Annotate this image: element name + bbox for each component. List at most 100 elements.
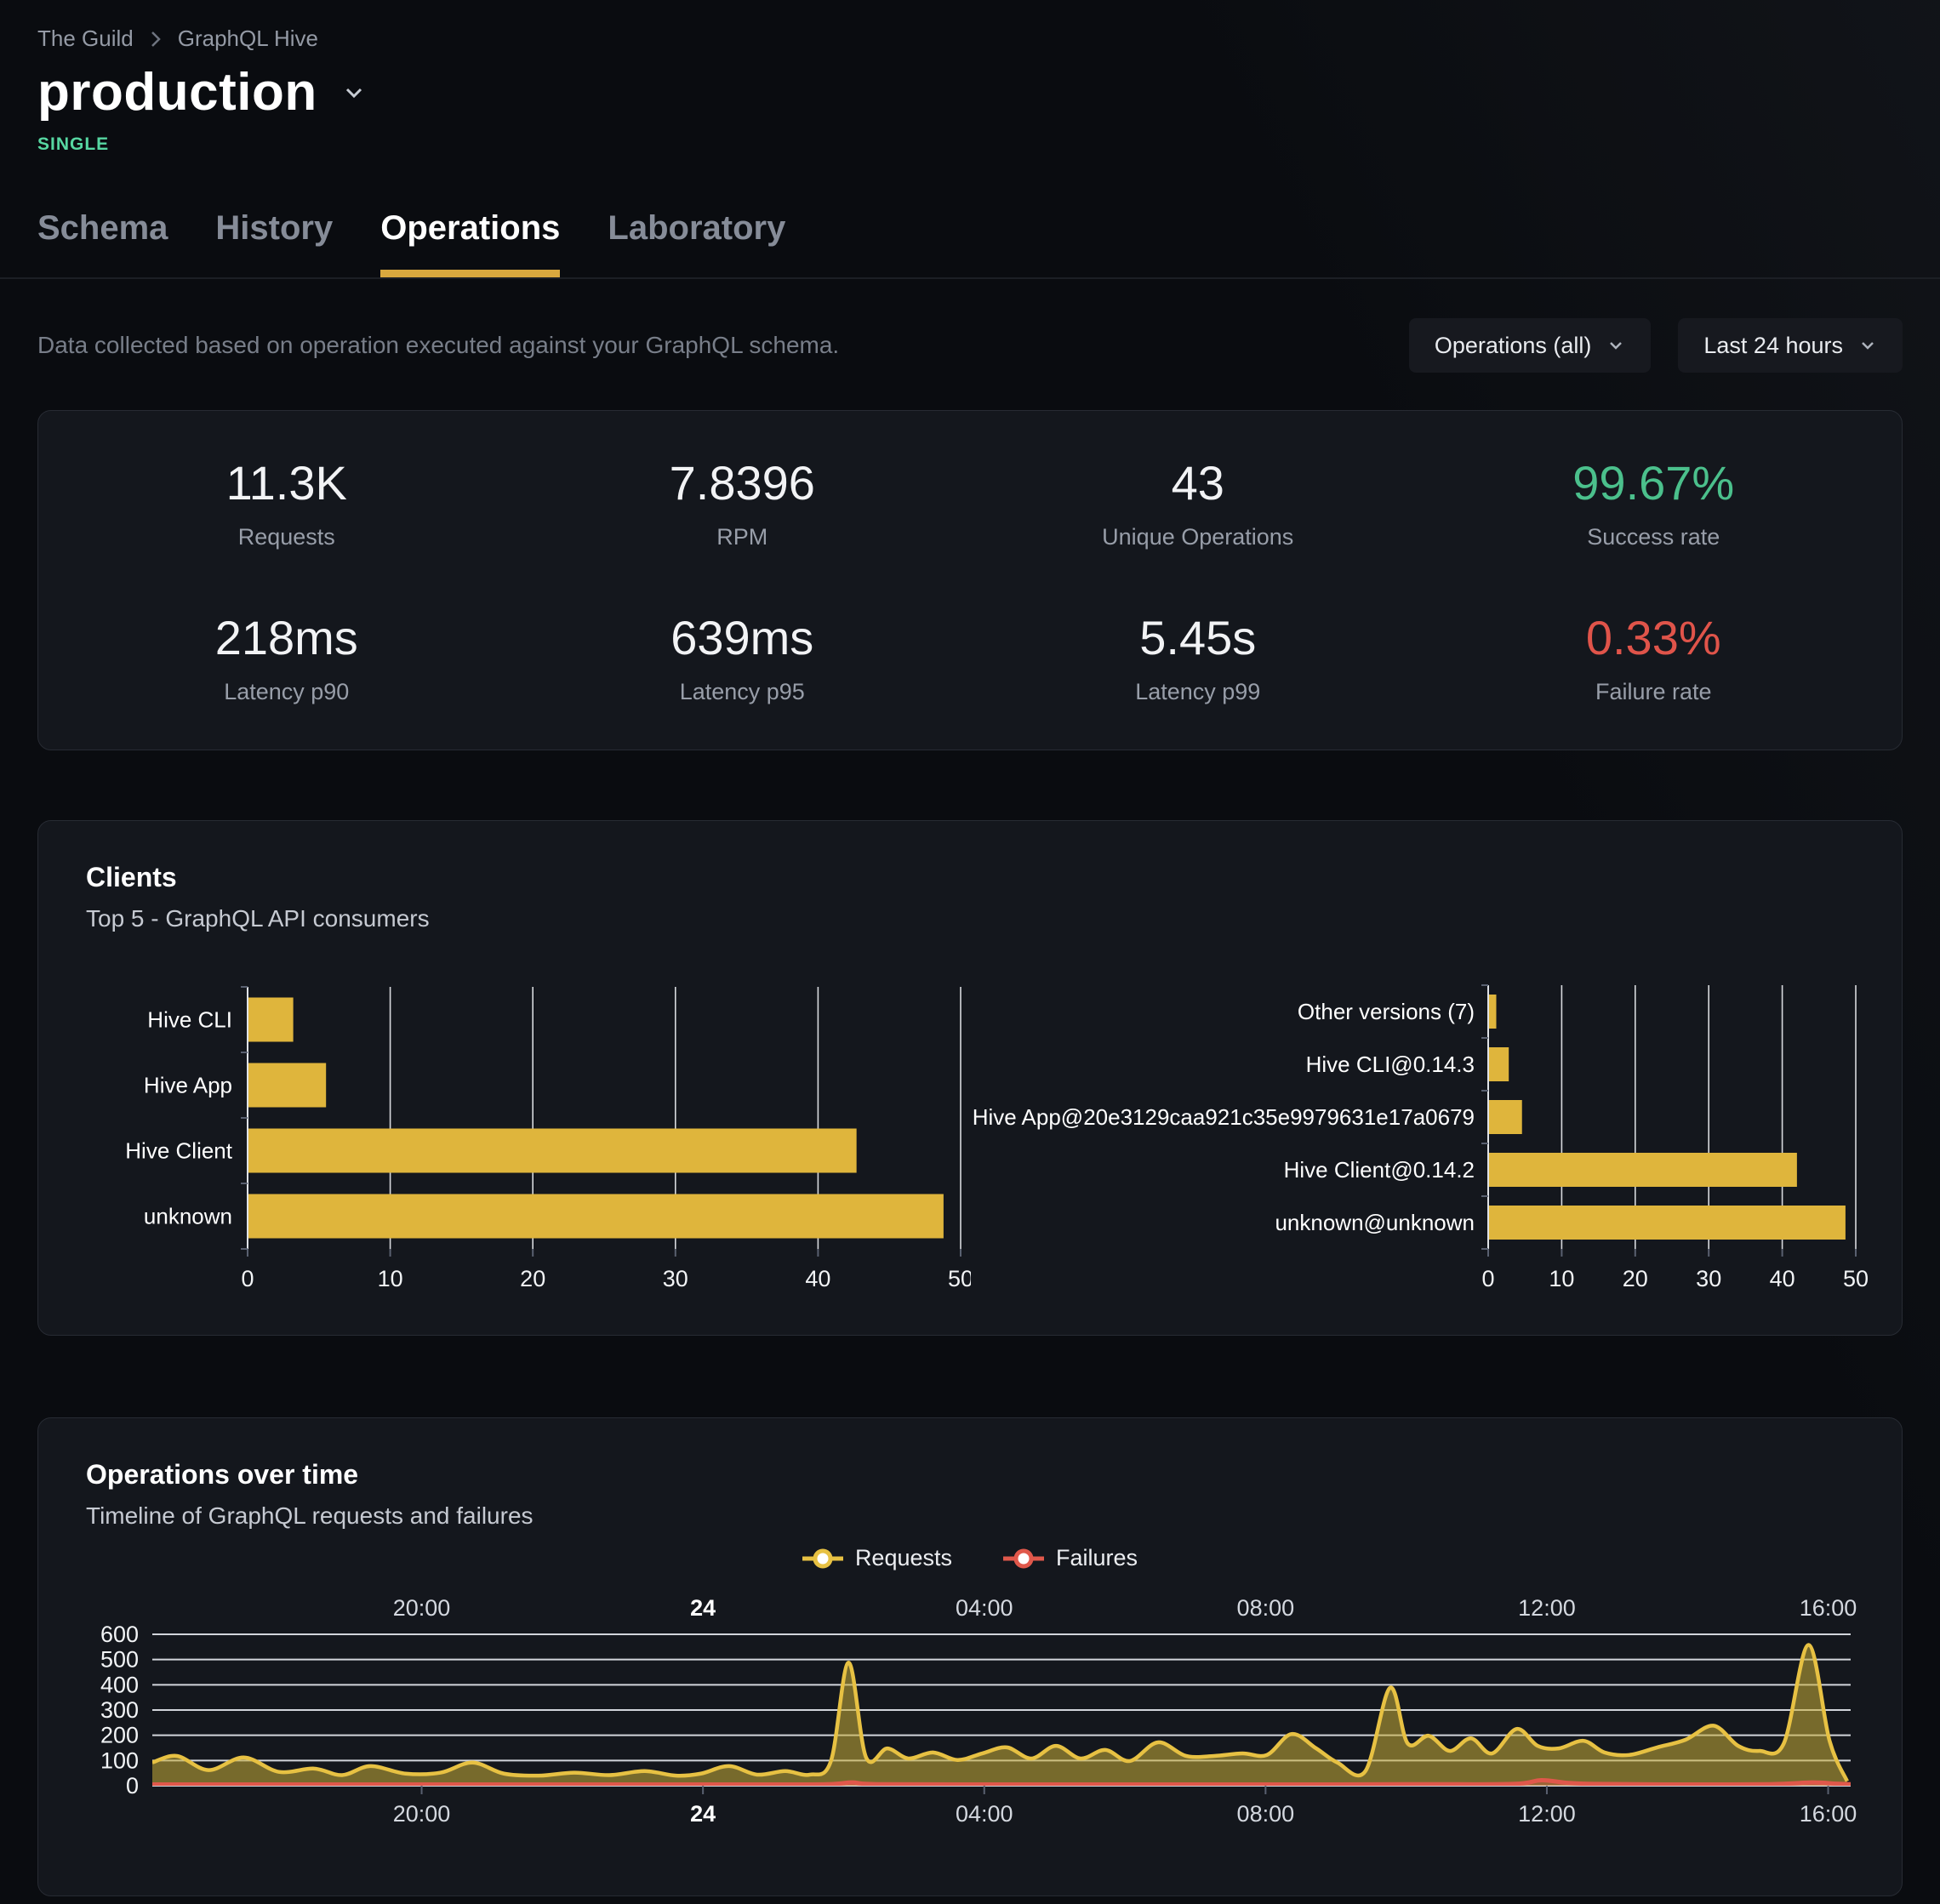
bar-unknown-unknown bbox=[1489, 1206, 1846, 1240]
y-tick-label: 300 bbox=[100, 1697, 139, 1723]
stat-requests: 11.3K Requests bbox=[59, 455, 515, 550]
tab-operations[interactable]: Operations bbox=[380, 209, 560, 277]
tab-schema[interactable]: Schema bbox=[37, 209, 168, 277]
x-tick-label-bottom: 20:00 bbox=[393, 1801, 451, 1827]
x-tick-label-top: 12:00 bbox=[1518, 1597, 1576, 1621]
bar-hive-client bbox=[248, 1129, 857, 1173]
y-tick-label: 400 bbox=[100, 1672, 139, 1697]
tab-laboratory[interactable]: Laboratory bbox=[608, 209, 785, 277]
x-tick-label: 40 bbox=[1770, 1266, 1795, 1291]
x-tick-label: 10 bbox=[1549, 1266, 1574, 1291]
stat-label: Success rate bbox=[1426, 524, 1882, 550]
category-label: Hive App bbox=[144, 1073, 232, 1098]
x-tick-label: 50 bbox=[948, 1266, 971, 1291]
operations-title: Operations over time bbox=[86, 1459, 1854, 1491]
operations-card: Operations over time Timeline of GraphQL… bbox=[37, 1417, 1903, 1896]
bar-unknown bbox=[248, 1194, 944, 1239]
x-tick-label-bottom: 04:00 bbox=[956, 1801, 1013, 1827]
chevron-down-icon bbox=[1606, 336, 1625, 355]
tab-history[interactable]: History bbox=[215, 209, 333, 277]
stat-label: Latency p99 bbox=[970, 679, 1426, 705]
operations-timeline-svg: 010020030040050060020:0020:00242404:0004… bbox=[86, 1597, 1863, 1857]
stat-value: 0.33% bbox=[1426, 610, 1882, 665]
y-tick-label: 0 bbox=[126, 1773, 139, 1799]
clients-by-version-svg: 0 10 20 30 40 50 Other versions (7) Hive CLI@0.… bbox=[971, 980, 1869, 1297]
stat-label: Latency p90 bbox=[59, 679, 515, 705]
time-range-dropdown[interactable]: Last 24 hours bbox=[1678, 318, 1903, 373]
x-tick-label-top: 08:00 bbox=[1237, 1597, 1295, 1621]
category-label: Hive CLI@0.14.3 bbox=[1306, 1052, 1475, 1077]
breadcrumb: The Guild GraphQL Hive bbox=[37, 26, 1903, 52]
category-label: unknown@unknown bbox=[1275, 1210, 1475, 1235]
bar-hive-client-0-14-2 bbox=[1489, 1153, 1797, 1187]
stat-value: 639ms bbox=[515, 610, 971, 665]
target-type-badge: SINGLE bbox=[37, 134, 1903, 155]
y-tick-label: 600 bbox=[100, 1622, 139, 1647]
x-tick-label: 40 bbox=[805, 1266, 830, 1291]
stat-rpm: 7.8396RPM bbox=[515, 455, 971, 550]
clients-title: Clients bbox=[86, 862, 1854, 893]
stat-label: Requests bbox=[59, 524, 515, 550]
bar-hive-cli bbox=[248, 998, 294, 1042]
x-tick-label-top: 04:00 bbox=[956, 1597, 1013, 1621]
clients-subtitle: Top 5 - GraphQL API consumers bbox=[86, 905, 1854, 932]
controls-row: Data collected based on operation execut… bbox=[37, 318, 1903, 373]
x-tick-label-top: 16:00 bbox=[1800, 1597, 1857, 1621]
legend-item-failures[interactable]: Failures bbox=[1003, 1545, 1138, 1571]
stat-label: Latency p95 bbox=[515, 679, 971, 705]
x-tick-label-bottom: 16:00 bbox=[1800, 1801, 1857, 1827]
breadcrumb-org[interactable]: The Guild bbox=[37, 26, 134, 52]
chevron-down-icon[interactable] bbox=[340, 78, 368, 107]
operations-subtitle: Timeline of GraphQL requests and failure… bbox=[86, 1502, 1854, 1530]
stat-value: 11.3K bbox=[59, 455, 515, 510]
time-range-label: Last 24 hours bbox=[1703, 333, 1843, 359]
y-tick-label: 100 bbox=[100, 1747, 139, 1773]
stat-latency-p99: 5.45s Latency p99 bbox=[970, 610, 1426, 705]
x-tick-label-top: 20:00 bbox=[393, 1597, 451, 1621]
x-tick-label: 0 bbox=[1481, 1266, 1494, 1291]
target-selector[interactable]: production bbox=[37, 62, 1903, 123]
stat-label: Unique Operations bbox=[970, 524, 1426, 550]
bar-hive-app-20e3129caa921c35e9979631e17a0679 bbox=[1489, 1100, 1522, 1134]
legend-label: Requests bbox=[855, 1545, 952, 1571]
breadcrumb-separator-icon bbox=[147, 28, 164, 50]
tab-bar: Schema History Operations Laboratory bbox=[0, 209, 1940, 279]
x-tick-label: 30 bbox=[663, 1266, 688, 1291]
category-label: Hive Client bbox=[125, 1138, 232, 1164]
legend-marker-icon bbox=[1003, 1548, 1044, 1570]
category-label: Hive Client@0.14.2 bbox=[1284, 1157, 1475, 1183]
x-tick-label: 30 bbox=[1696, 1266, 1721, 1291]
main-content: Data collected based on operation execut… bbox=[0, 318, 1940, 1896]
stat-latency-p95: 639ms Latency p95 bbox=[515, 610, 971, 705]
clients-by-version-chart: 0 10 20 30 40 50 Other versions (7) Hive CLI@0.… bbox=[971, 980, 1869, 1301]
legend-label: Failures bbox=[1056, 1545, 1138, 1571]
legend-marker-icon bbox=[802, 1548, 843, 1570]
y-tick-label: 200 bbox=[100, 1723, 139, 1748]
clients-charts-row: 01020304050Hive CLIHive AppHive Clientun… bbox=[86, 980, 1854, 1301]
bar-hive-cli-0-14-3 bbox=[1489, 1047, 1509, 1081]
category-label: unknown bbox=[144, 1204, 232, 1229]
x-tick-label-top: 24 bbox=[690, 1597, 716, 1621]
clients-by-name-chart: 01020304050Hive CLIHive AppHive Clientun… bbox=[86, 980, 971, 1301]
operations-filter-label: Operations (all) bbox=[1435, 333, 1592, 359]
operations-timeline-chart: 010020030040050060020:0020:00242404:0004… bbox=[86, 1597, 1854, 1861]
stats-card: 11.3K Requests7.8396RPM43Unique Operation… bbox=[37, 410, 1903, 750]
operations-filter-dropdown[interactable]: Operations (all) bbox=[1409, 318, 1652, 373]
stat-success-rate: 99.67%Success rate bbox=[1426, 455, 1882, 550]
stat-value: 5.45s bbox=[970, 610, 1426, 665]
x-tick-label-bottom: 08:00 bbox=[1237, 1801, 1295, 1827]
bar-hive-app bbox=[248, 1063, 326, 1108]
x-tick-label-bottom: 12:00 bbox=[1518, 1801, 1576, 1827]
legend-item-requests[interactable]: Requests bbox=[802, 1545, 952, 1571]
stat-unique-operations: 43Unique Operations bbox=[970, 455, 1426, 550]
stat-label: RPM bbox=[515, 524, 971, 550]
requests-area bbox=[152, 1645, 1847, 1786]
x-tick-label: 20 bbox=[1623, 1266, 1648, 1291]
x-tick-label: 50 bbox=[1843, 1266, 1869, 1291]
breadcrumb-project[interactable]: GraphQL Hive bbox=[178, 26, 318, 52]
category-label: Other versions (7) bbox=[1298, 999, 1475, 1024]
page-description: Data collected based on operation execut… bbox=[37, 332, 839, 359]
y-tick-label: 500 bbox=[100, 1647, 139, 1673]
x-tick-label: 0 bbox=[241, 1266, 254, 1291]
x-tick-label: 10 bbox=[378, 1266, 403, 1291]
